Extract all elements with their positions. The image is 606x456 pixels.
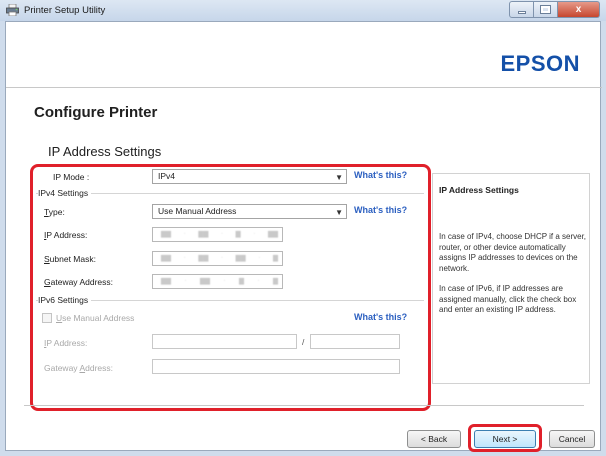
section-title: IP Address Settings — [48, 144, 162, 159]
ipv4-gateway-label: Gateway Address: — [44, 277, 113, 287]
help-panel-title: IP Address Settings — [439, 185, 519, 195]
ipv6-use-manual-checkbox[interactable] — [42, 313, 52, 323]
maximize-button[interactable] — [534, 1, 558, 18]
ipv6-use-manual-label: Use Manual Address — [56, 313, 135, 323]
subnet-mask-label: Subnet Mask: — [44, 254, 96, 264]
printer-app-icon — [6, 4, 19, 16]
back-button[interactable]: < Back — [407, 430, 461, 448]
ipv6-ip-address-field[interactable] — [152, 334, 297, 349]
close-icon: x — [575, 4, 582, 15]
ipv6-gateway-field[interactable] — [152, 359, 400, 374]
help-panel-paragraph-1: In case of IPv4, choose DHCP if a server… — [439, 232, 587, 273]
close-button[interactable]: x — [558, 1, 600, 18]
type-label: Type: — [44, 207, 65, 217]
help-panel-paragraph-2: In case of IPv6, if IP addresses are ass… — [439, 284, 577, 314]
ip-mode-select[interactable]: IPv4 ▼ — [152, 169, 347, 184]
ipv6-gateway-label: Gateway Address: — [44, 363, 113, 373]
ipv6-whats-this-link[interactable]: What's this? — [354, 312, 407, 322]
chevron-down-icon: ▼ — [335, 208, 343, 217]
cancel-button[interactable]: Cancel — [549, 430, 595, 448]
ipv4-ip-address-field[interactable]: ▇▇ · ▇▇ · ▇ · ▇▇ — [152, 227, 283, 242]
footer-divider — [24, 405, 584, 406]
ip-mode-value: IPv4 — [158, 171, 176, 181]
ipv6-prefix-field[interactable] — [310, 334, 400, 349]
ipv6-ip-address-label: IP Address: — [44, 338, 88, 348]
chevron-down-icon: ▼ — [335, 173, 343, 182]
minimize-icon — [517, 11, 526, 14]
next-button-label: Next > — [492, 434, 518, 444]
ipv4-gateway-field[interactable]: ▇▇ · ▇▇ · ▇ · ▇ — [152, 274, 283, 289]
cancel-button-label: Cancel — [558, 434, 586, 444]
printer-setup-window: Printer Setup Utility x EPSON Configure … — [0, 0, 606, 456]
prefix-slash: / — [302, 337, 305, 347]
page-title: Configure Printer — [34, 104, 158, 121]
epson-logo: EPSON — [500, 51, 580, 76]
dialog-client-area: EPSON Configure Printer IP Address Setti… — [5, 21, 602, 452]
ipv6-group-title: IPv6 Settings — [38, 295, 92, 305]
caption-buttons: x — [509, 1, 600, 18]
type-select[interactable]: Use Manual Address ▼ — [152, 204, 347, 219]
ipv4-group-border — [36, 193, 424, 194]
ipv4-ip-address-label: IP Address: — [44, 230, 88, 240]
ip-mode-label: IP Mode : — [53, 172, 90, 182]
ipv4-group-title: IPv4 Settings — [38, 188, 92, 198]
minimize-button[interactable] — [509, 1, 534, 18]
maximize-icon — [540, 5, 551, 14]
next-button[interactable]: Next > — [474, 430, 536, 448]
header-divider — [6, 87, 602, 88]
type-whats-this-link[interactable]: What's this? — [354, 205, 407, 215]
subnet-mask-field[interactable]: ▇▇ · ▇▇ · ▇▇ · ▇ — [152, 251, 283, 266]
title-bar[interactable]: Printer Setup Utility x — [0, 0, 606, 21]
back-button-label: < Back — [420, 434, 448, 444]
help-panel: IP Address Settings In case of IPv4, cho… — [432, 173, 590, 384]
type-value: Use Manual Address — [158, 206, 237, 216]
window-title: Printer Setup Utility — [24, 5, 106, 16]
ipv6-group-border — [36, 300, 424, 301]
ip-mode-whats-this-link[interactable]: What's this? — [354, 170, 407, 180]
